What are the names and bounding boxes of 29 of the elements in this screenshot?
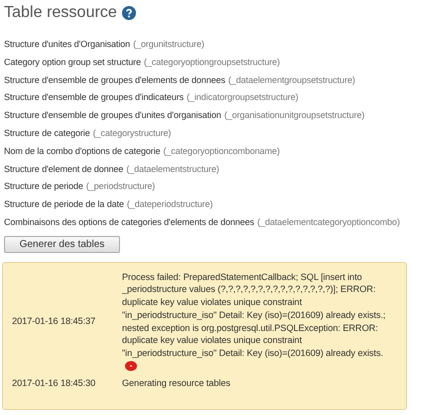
log-time: 2017-01-16 18:45:37 xyxy=(12,316,96,326)
table-code: (_indicatorgroupsetstructure) xyxy=(186,91,298,104)
log-message: Process failed: PreparedStatementCallback; SQL [insert into _periodstructure values (?,?,?,?,?,?,?,?,?,?,?,?,?,?,?)]; ERROR: duplicate key value violates unique constraint "in_periodstructure_iso" Detail: Key (iso)=(201609) already exists.; nested exception is org.postgresql.util.PSQLException: ERROR: duplicate key value violates unique constraint "in_periodstructure_iso" Detail: Key (iso)=(201609) already exists. xyxy=(122,272,386,358)
table-name: Structure de categorie xyxy=(4,126,90,140)
table-code: (_dataelementstructure) xyxy=(126,162,220,176)
table-code: (_dataelementgroupsetstructure) xyxy=(228,74,356,87)
table-code: (_organisationunitgroupsetstructure) xyxy=(224,109,364,122)
table-name: Structure d'ensemble de groupes d'elements de donnees xyxy=(4,74,226,87)
generate-button[interactable]: Generer des tables xyxy=(4,236,120,253)
log-message: Generating resource tables xyxy=(122,378,230,388)
table-code: (_orgunitstructure) xyxy=(133,38,204,51)
table-name: Structure de periode de la date xyxy=(4,198,124,212)
table-code: (_dataelementcategoryoptioncombo) xyxy=(257,216,400,229)
help-icon[interactable] xyxy=(122,6,136,20)
table-code: (_dateperiodstructure) xyxy=(126,198,213,212)
table-name: Structure d'ensemble de groupes d'unites d'organisation xyxy=(4,109,222,122)
table-name: Nom de la combo d'options de categorie xyxy=(4,144,160,158)
table-name: Structure d'ensemble de groupes d'indicateurs xyxy=(4,91,184,104)
table-name: Structure d'unites d'Organisation xyxy=(4,38,130,51)
table-name: Category option group set structure xyxy=(4,56,141,69)
table-name: Structure d'element de donnee xyxy=(4,162,124,176)
table-code: (_categoryoptioncomboname) xyxy=(163,144,280,158)
page-title: Table ressource xyxy=(4,4,117,22)
table-code: (_categoryoptiongroupsetstructure) xyxy=(144,56,280,69)
table-code: (_periodstructure) xyxy=(86,180,156,194)
table-code: (_categorystructure) xyxy=(92,126,172,140)
table-name: Combinaisons des options de categories d'elements de donnees xyxy=(4,216,254,229)
log-time: 2017-01-16 18:45:30 xyxy=(12,378,96,388)
table-name: Structure de periode xyxy=(4,180,84,194)
